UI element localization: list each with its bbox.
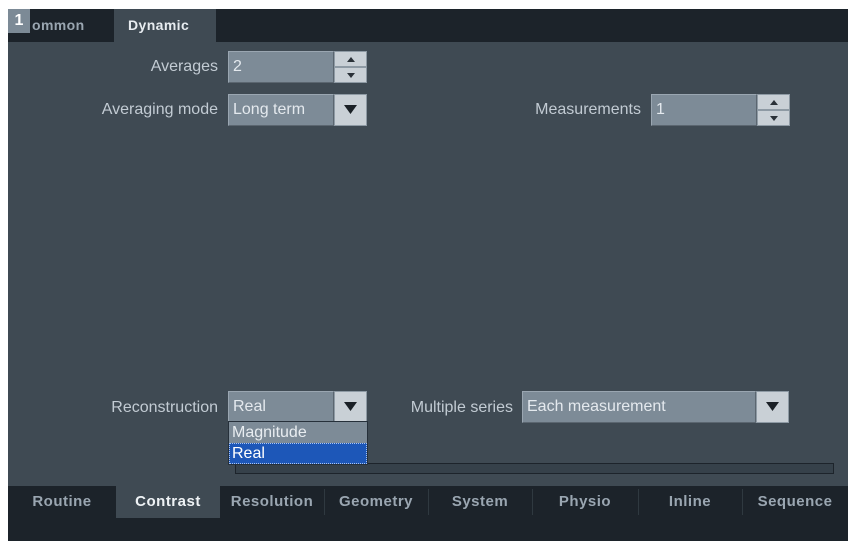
averages-stepper[interactable] <box>334 51 367 83</box>
tab-common[interactable]: ommon <box>30 9 118 42</box>
tab-system[interactable]: System <box>428 486 532 518</box>
averaging-mode-select[interactable]: Long term <box>228 94 334 126</box>
top-tab-bar: ommon Dynamic 1 <box>8 9 848 42</box>
measurements-label: Measurements <box>535 101 641 118</box>
tab-dynamic[interactable]: Dynamic <box>114 9 216 42</box>
option-real[interactable]: Real <box>229 443 367 464</box>
tab-contrast[interactable]: Contrast <box>116 486 220 518</box>
bottom-tab-bar: Routine Contrast Resolution Geometry Sys… <box>8 486 848 541</box>
multiple-series-dropdown-button[interactable] <box>756 391 789 423</box>
figure-label: 1 <box>8 9 30 33</box>
averaging-mode-label: Averaging mode <box>101 101 218 118</box>
measurements-stepper[interactable] <box>757 94 790 126</box>
reconstruction-dropdown-button[interactable] <box>334 391 367 423</box>
measurements-increment-button[interactable] <box>757 94 790 110</box>
arrow-up-icon <box>770 100 778 105</box>
averages-label: Averages <box>150 58 218 75</box>
averages-decrement-button[interactable] <box>334 67 367 83</box>
averaging-mode-dropdown-button[interactable] <box>334 94 367 126</box>
arrow-down-icon <box>347 73 355 78</box>
averages-field[interactable]: 2 <box>228 51 334 83</box>
multiple-series-select[interactable]: Each measurement <box>522 391 756 423</box>
multiple-series-label: Multiple series <box>410 399 513 416</box>
tab-geometry[interactable]: Geometry <box>324 486 428 518</box>
measurements-field[interactable]: 1 <box>651 94 757 126</box>
averages-increment-button[interactable] <box>334 51 367 67</box>
tab-inline[interactable]: Inline <box>638 486 742 518</box>
measurements-decrement-button[interactable] <box>757 110 790 126</box>
tab-resolution[interactable]: Resolution <box>220 486 324 518</box>
protocol-window: ommon Dynamic 1 Averages 2 Averaging mod… <box>8 9 848 541</box>
tab-physio[interactable]: Physio <box>532 486 638 518</box>
tab-sequence[interactable]: Sequence <box>742 486 848 518</box>
option-magnitude[interactable]: Magnitude <box>229 422 367 443</box>
arrow-down-icon <box>770 116 778 121</box>
chevron-down-icon <box>344 402 357 411</box>
reconstruction-label: Reconstruction <box>111 399 218 416</box>
tab-routine[interactable]: Routine <box>8 486 116 518</box>
chevron-down-icon <box>344 105 357 114</box>
arrow-up-icon <box>347 57 355 62</box>
chevron-down-icon <box>766 402 779 411</box>
reconstruction-select[interactable]: Real <box>228 391 334 423</box>
reconstruction-dropdown-list: Magnitude Real <box>228 421 368 465</box>
